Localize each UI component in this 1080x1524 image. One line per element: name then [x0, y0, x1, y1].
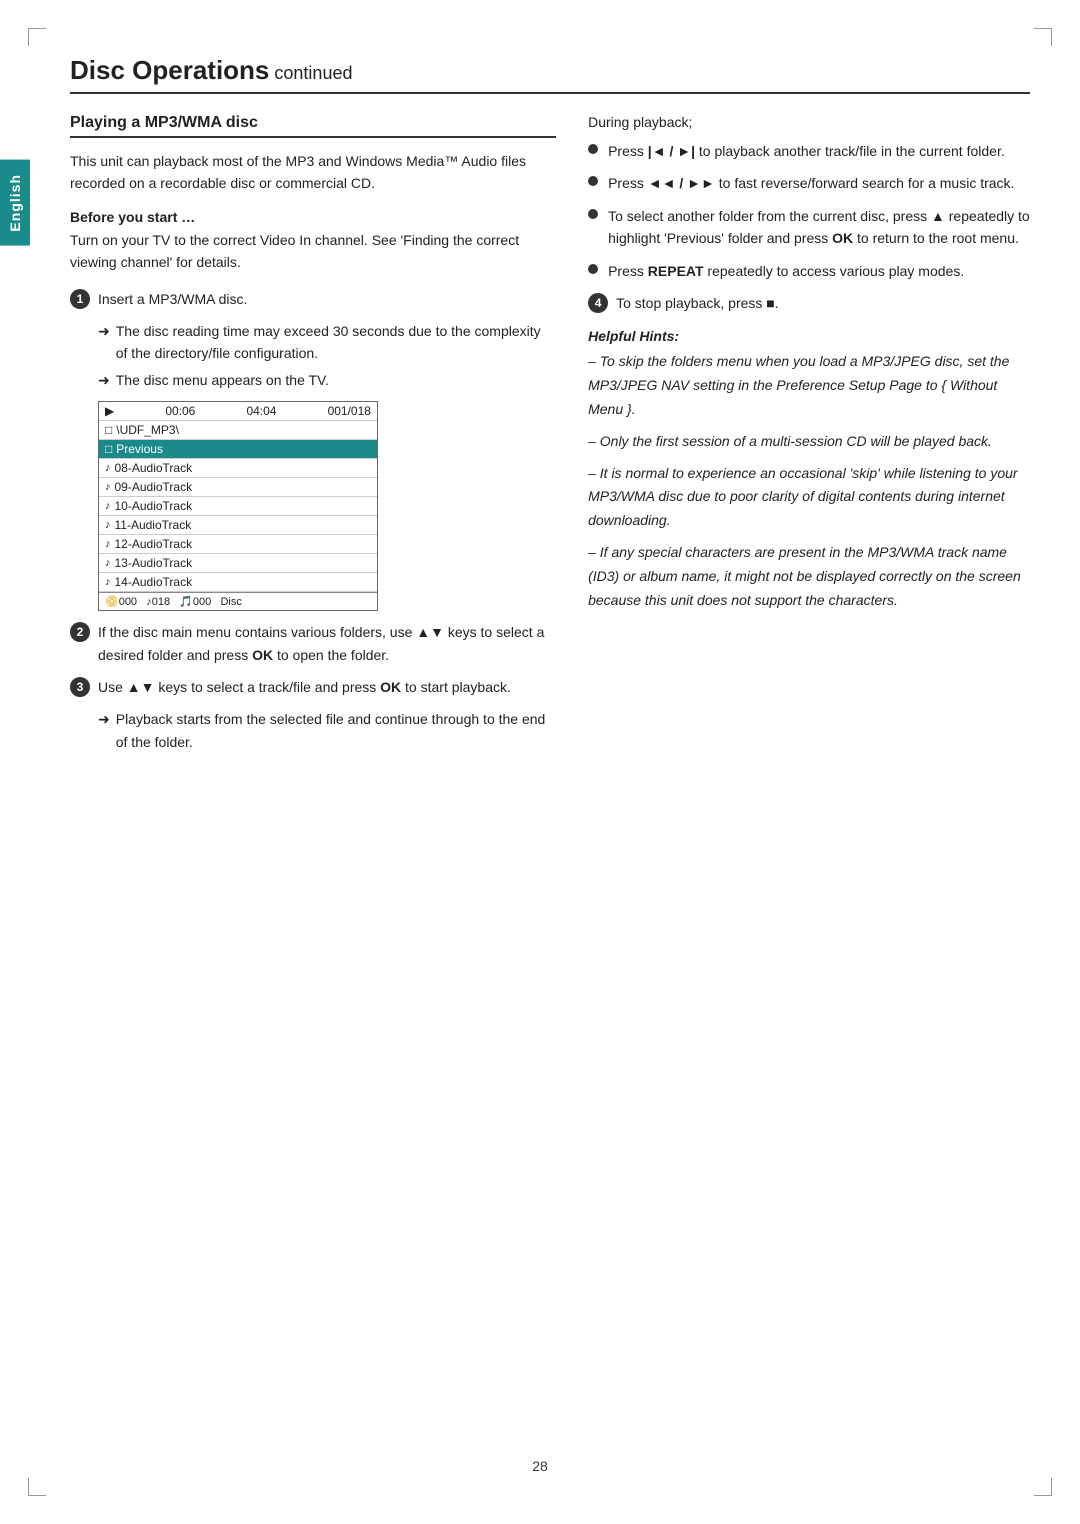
before-start-text: Turn on your TV to the correct Video In …: [70, 229, 556, 274]
step-3-note-1: ➜ Playback starts from the selected file…: [98, 708, 556, 753]
step-2-num: 2: [70, 622, 90, 642]
music-icon-10: ♪: [105, 500, 111, 512]
screen-track-10: 10-AudioTrack: [115, 499, 193, 513]
step-3-content: Use ▲▼ keys to select a track/file and p…: [98, 676, 556, 698]
music-icon-12: ♪: [105, 538, 111, 550]
screen-row-13: ♪ 13-AudioTrack: [99, 554, 377, 573]
step-4-content: To stop playback, press ■.: [616, 292, 1030, 314]
helpful-hints-title: Helpful Hints:: [588, 328, 1030, 344]
music-icon-08: ♪: [105, 462, 111, 474]
bullet-dot-4: [588, 264, 598, 274]
bullet-text-3: To select another folder from the curren…: [608, 205, 1030, 250]
play-icon: ▶: [105, 404, 114, 418]
page-number: 28: [532, 1458, 548, 1474]
music-icon-14: ♪: [105, 576, 111, 588]
screen-track-09: 09-AudioTrack: [115, 480, 193, 494]
screen-row-14: ♪ 14-AudioTrack: [99, 573, 377, 592]
screen-path: \UDF_MP3\: [116, 423, 179, 437]
screen-track-14: 14-AudioTrack: [115, 575, 193, 589]
step-1: 1 Insert a MP3/WMA disc.: [70, 288, 556, 310]
hint-4: – If any special characters are present …: [588, 541, 1030, 612]
arrow-icon-1: ➜: [98, 320, 110, 342]
screen-row-12: ♪ 12-AudioTrack: [99, 535, 377, 554]
step-1-content: Insert a MP3/WMA disc.: [98, 288, 556, 310]
screen-footer-row: 📀000 ♪018 🎵000 Disc: [99, 592, 377, 610]
screen-track-08: 08-AudioTrack: [115, 461, 193, 475]
screen-track-11: 11-AudioTrack: [115, 518, 192, 532]
bullet-dot-3: [588, 209, 598, 219]
screen-row-10: ♪ 10-AudioTrack: [99, 497, 377, 516]
corner-border-tl: [28, 28, 46, 46]
screen-row-09: ♪ 09-AudioTrack: [99, 478, 377, 497]
bullet-text-4: Press REPEAT repeatedly to access variou…: [608, 260, 1030, 282]
screen-footer-disc: 📀000 ♪018 🎵000 Disc: [105, 595, 242, 608]
bullet-item-4: Press REPEAT repeatedly to access variou…: [588, 260, 1030, 282]
bullet-text-1: Press |◄ / ►| to playback another track/…: [608, 140, 1030, 162]
corner-border-tr: [1034, 28, 1052, 46]
bullet-dot-1: [588, 144, 598, 154]
step-3: 3 Use ▲▼ keys to select a track/file and…: [70, 676, 556, 698]
step-4: 4 To stop playback, press ■.: [588, 292, 1030, 314]
screen-row-previous: □ Previous: [99, 440, 377, 459]
title-suffix: continued: [269, 63, 352, 83]
screen-time1: 00:06: [165, 404, 195, 418]
hint-3: – It is normal to experience an occasion…: [588, 462, 1030, 533]
step-2: 2 If the disc main menu contains various…: [70, 621, 556, 666]
bullet-item-2: Press ◄◄ / ►► to fast reverse/forward se…: [588, 172, 1030, 194]
step-1-note-1: ➜ The disc reading time may exceed 30 se…: [98, 320, 556, 365]
step-3-num: 3: [70, 677, 90, 697]
screen-row-08: ♪ 08-AudioTrack: [99, 459, 377, 478]
bullet-text-2: Press ◄◄ / ►► to fast reverse/forward se…: [608, 172, 1030, 194]
screen-row-11: ♪ 11-AudioTrack: [99, 516, 377, 535]
folder-icon: □: [105, 423, 112, 437]
section-heading: Playing a MP3/WMA disc: [70, 114, 556, 138]
folder-icon-prev: □: [105, 442, 112, 456]
right-column: During playback; Press |◄ / ►| to playba…: [588, 114, 1030, 757]
music-icon-11: ♪: [105, 519, 111, 531]
during-playback-label: During playback;: [588, 114, 1030, 130]
left-column: Playing a MP3/WMA disc This unit can pla…: [70, 114, 556, 757]
bullet-item-1: Press |◄ / ►| to playback another track/…: [588, 140, 1030, 162]
before-start-label: Before you start …: [70, 209, 556, 225]
step-1-note-2: ➜ The disc menu appears on the TV.: [98, 369, 556, 391]
arrow-icon-2: ➜: [98, 369, 110, 391]
bullet-item-3: To select another folder from the curren…: [588, 205, 1030, 250]
bullet-dot-2: [588, 176, 598, 186]
intro-text: This unit can playback most of the MP3 a…: [70, 150, 556, 195]
step-1-num: 1: [70, 289, 90, 309]
screen-track: 001/018: [328, 404, 371, 418]
screen-previous-label: Previous: [116, 442, 163, 456]
screen-track-13: 13-AudioTrack: [115, 556, 193, 570]
screen-header-row: ▶ 00:06 04:04 001/018: [99, 402, 377, 421]
screen-time2: 04:04: [246, 404, 276, 418]
title-text: Disc Operations: [70, 55, 269, 85]
helpful-hints-text: – To skip the folders menu when you load…: [588, 350, 1030, 612]
step-4-num: 4: [588, 293, 608, 313]
corner-border-bl: [28, 1478, 46, 1496]
arrow-icon-3: ➜: [98, 708, 110, 730]
screen-path-row: □ \UDF_MP3\: [99, 421, 377, 440]
music-icon-13: ♪: [105, 557, 111, 569]
corner-border-br: [1034, 1478, 1052, 1496]
screen-track-12: 12-AudioTrack: [115, 537, 193, 551]
music-icon-09: ♪: [105, 481, 111, 493]
step-2-content: If the disc main menu contains various f…: [98, 621, 556, 666]
hint-1: – To skip the folders menu when you load…: [588, 350, 1030, 421]
hint-2: – Only the first session of a multi-sess…: [588, 430, 1030, 454]
page-title: Disc Operations continued: [70, 55, 1030, 94]
language-tab: English: [0, 160, 30, 246]
screen-mockup: ▶ 00:06 04:04 001/018 □ \UDF_MP3\ □ Prev…: [98, 401, 378, 611]
